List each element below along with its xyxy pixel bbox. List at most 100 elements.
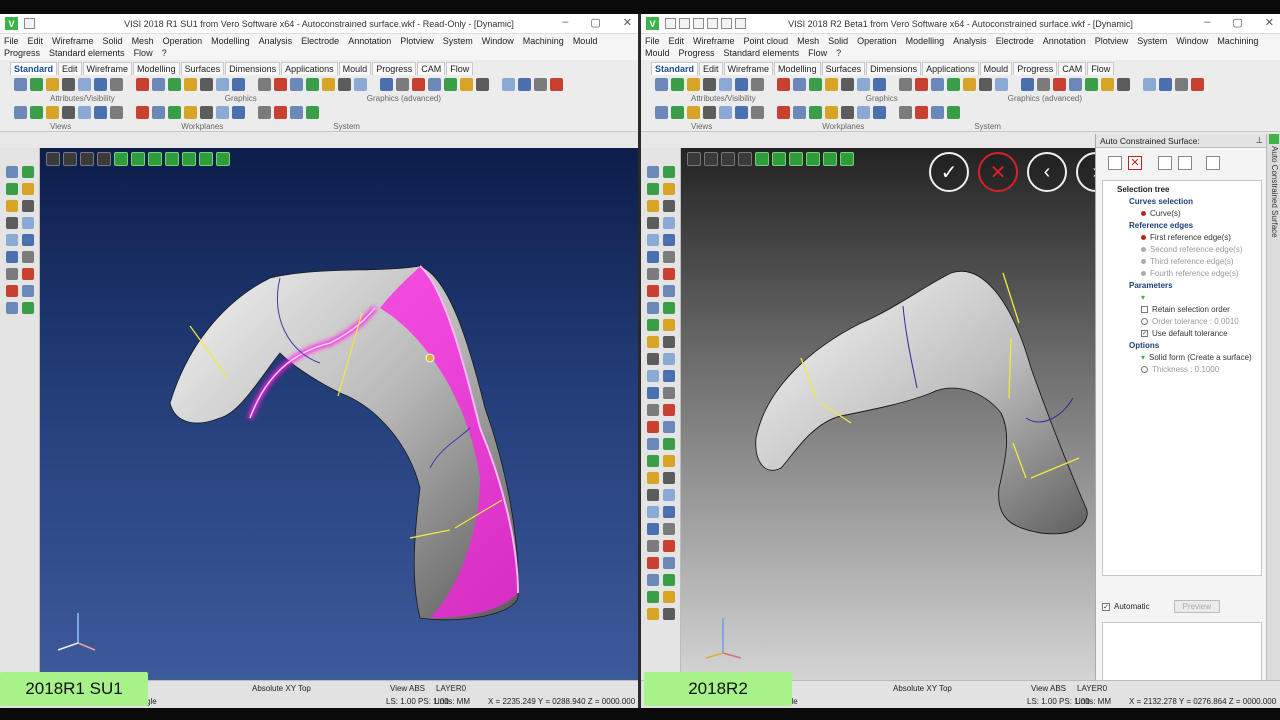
sidebar-tool-icon[interactable] [663,370,675,382]
sidebar-tool-icon[interactable] [647,489,659,501]
minimize-icon[interactable]: – [1204,16,1210,29]
tool-icon[interactable] [306,78,319,91]
sidebar-tool-icon[interactable] [22,234,34,246]
tool-icon[interactable] [703,106,716,119]
ribbon-tab[interactable]: CAM [1058,62,1087,75]
sidebar-tool-icon[interactable] [663,285,675,297]
tree-section-parameters[interactable]: Parameters [1107,280,1257,292]
tool-icon[interactable] [306,106,319,119]
ribbon-tab[interactable]: Flow [1087,62,1115,75]
sidebar-tool-icon[interactable] [663,608,675,620]
menu-item[interactable]: Operation [163,35,203,47]
sidebar-tool-icon[interactable] [647,540,659,552]
ribbon-tab[interactable]: Applications [922,62,979,75]
tool-icon[interactable] [1101,78,1114,91]
menu-item[interactable]: Plotview [1095,35,1129,47]
menu-item[interactable]: Modelling [211,35,250,47]
undo-icon[interactable] [721,18,732,29]
sidebar-tool-icon[interactable] [647,200,659,212]
new-file-icon[interactable] [665,18,676,29]
tool-icon[interactable] [931,78,944,91]
tool-icon[interactable] [232,106,245,119]
menu-item[interactable]: Flow [808,47,827,59]
ribbon-tab[interactable]: Mould [338,62,372,75]
sidebar-tool-icon[interactable] [647,421,659,433]
retain-order-checkbox[interactable]: Retain selection order [1107,304,1257,316]
ribbon-tab[interactable]: Applications [281,62,338,75]
tree-item-ref-3[interactable]: Third reference edge(s) [1107,256,1257,268]
sidebar-tool-icon[interactable] [647,336,659,348]
tool-icon[interactable] [46,78,59,91]
tool-icon[interactable] [841,78,854,91]
save-icon[interactable] [693,18,704,29]
tool-icon[interactable] [947,78,960,91]
ribbon-tab[interactable]: Progress [372,62,417,75]
solid-form-option[interactable]: ▾ Solid form (Create a surface) [1107,352,1257,364]
tool-icon[interactable] [274,106,287,119]
tool-icon[interactable] [136,106,149,119]
tool-icon[interactable] [322,78,335,91]
tree-item-ref-4[interactable]: Fourth reference edge(s) [1107,268,1257,280]
menu-item[interactable]: System [443,35,473,47]
sidebar-tool-icon[interactable] [663,591,675,603]
3d-viewport[interactable]: ✓ ✕ ‹ › [681,148,1116,692]
menu-item[interactable]: Mould [645,47,670,59]
sidebar-tool-icon[interactable] [6,200,18,212]
menu-item[interactable]: Edit [669,35,685,47]
menu-item[interactable]: Electrode [301,35,339,47]
tree-item-ref-2[interactable]: Second reference edge(s) [1107,244,1257,256]
sidebar-tool-icon[interactable] [663,455,675,467]
menu-item[interactable]: Analysis [259,35,293,47]
tool-icon[interactable] [719,106,732,119]
sidebar-tool-icon[interactable] [6,183,18,195]
tool-icon[interactable] [338,78,351,91]
menu-item[interactable]: Modelling [906,35,945,47]
close-icon[interactable]: ✕ [1128,156,1142,170]
tree-section-options[interactable]: Options [1107,340,1257,352]
tree-section-reference[interactable]: Reference edges [1107,220,1257,232]
tool-icon[interactable] [78,78,91,91]
tool-icon[interactable] [152,106,165,119]
sidebar-tool-icon[interactable] [647,472,659,484]
tool-icon[interactable] [30,106,43,119]
ribbon-tab[interactable]: Edit [58,62,82,75]
sidebar-tool-icon[interactable] [647,285,659,297]
ribbon-tab[interactable]: Surfaces [180,62,225,75]
sidebar-tool-icon[interactable] [663,251,675,263]
tool-icon[interactable] [94,106,107,119]
tool-icon[interactable] [216,78,229,91]
tool-icon[interactable] [793,106,806,119]
tool-icon[interactable] [735,78,748,91]
ribbon-tab[interactable]: Flow [446,62,474,75]
sidebar-tool-icon[interactable] [647,523,659,535]
view-abs-label[interactable]: View ABS [1031,684,1066,693]
tool-icon[interactable] [168,78,181,91]
tool-icon[interactable] [873,106,886,119]
ribbon-tab[interactable]: Standard [651,62,699,75]
sidebar-tool-icon[interactable] [22,302,34,314]
tool-icon[interactable] [502,78,515,91]
automatic-checkbox[interactable]: ✓ [1102,602,1110,611]
menu-item[interactable]: Window [1176,35,1208,47]
sidebar-tool-icon[interactable] [647,370,659,382]
menu-item[interactable]: Window [482,35,514,47]
tool-icon[interactable] [947,106,960,119]
tool-icon[interactable] [14,78,27,91]
sidebar-tool-icon[interactable] [663,166,675,178]
maximize-icon[interactable]: ▢ [1232,16,1242,29]
tool-icon[interactable] [46,106,59,119]
tool-icon[interactable] [671,78,684,91]
sidebar-tool-icon[interactable] [647,319,659,331]
menu-item[interactable]: Plotview [400,35,434,47]
menu-item[interactable]: Wireframe [693,35,735,47]
menu-item[interactable]: Solid [103,35,123,47]
tool-icon[interactable] [380,78,393,91]
sidebar-tool-icon[interactable] [663,574,675,586]
menu-item[interactable]: Wireframe [52,35,94,47]
sidebar-tool-icon[interactable] [22,251,34,263]
layer-label[interactable]: LAYER0 [1077,684,1107,693]
sidebar-tool-icon[interactable] [647,574,659,586]
tree-item-params-expand[interactable]: ▾ [1107,292,1257,304]
tool-icon[interactable] [290,78,303,91]
tool-icon[interactable] [110,78,123,91]
